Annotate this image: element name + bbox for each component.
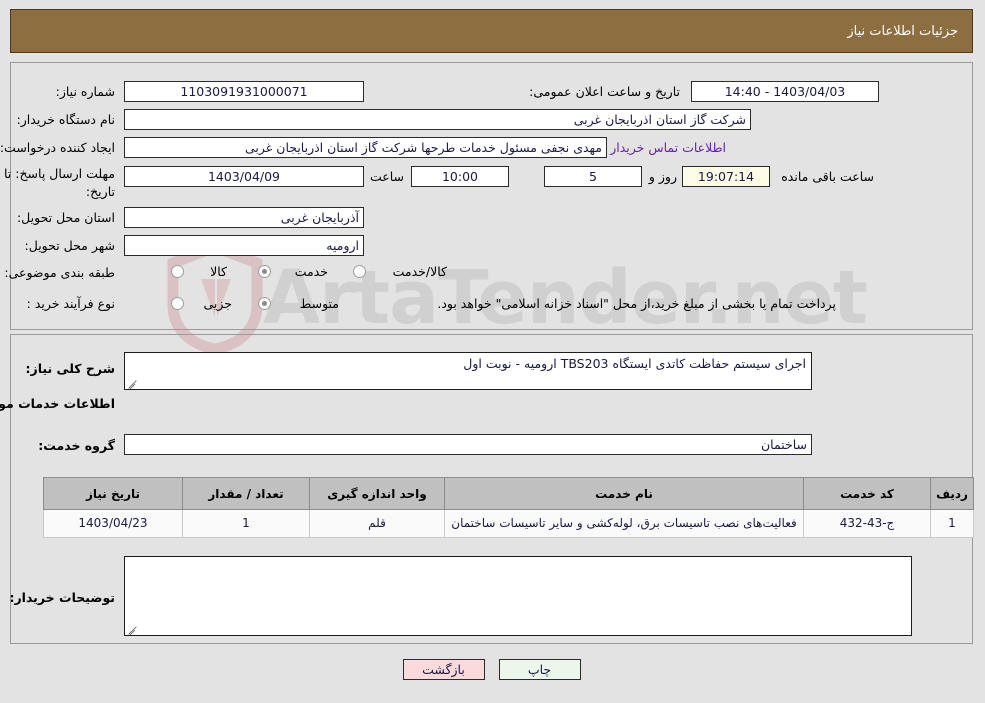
province-value: آذربایجان غربی	[125, 207, 365, 228]
city-value: ارومیه	[125, 235, 365, 256]
category-label: طبقه بندی موضوعی:	[5, 265, 116, 280]
deadline-time-value: 10:00	[412, 166, 510, 187]
col-header-date: تاریخ نیاز	[44, 477, 184, 510]
city-label: شهر محل تحویل:	[25, 238, 116, 253]
deadline-date-value: 1403/04/09	[125, 166, 365, 187]
buyer-org-label: نام دستگاه خریدار:	[17, 112, 116, 127]
process-label: نوع فرآیند خرید :	[27, 296, 116, 311]
buyer-org-value: شرکت گاز استان اذربایجان غربی	[125, 109, 752, 130]
radio-category-khedmat-label: خدمت	[295, 264, 329, 279]
buyer-notes-label: توضیحات خریدار:	[10, 590, 116, 605]
radio-category-kala-khedmat-label: کالا/خدمت	[393, 264, 448, 279]
page-header: جزئیات اطلاعات نیاز	[11, 9, 974, 53]
remaining-hours-label: ساعت باقی مانده	[782, 169, 875, 184]
service-group-value: ساختمان	[125, 434, 813, 455]
buyer-contact-link[interactable]: اطلاعات تماس خریدار	[611, 140, 727, 155]
col-header-unit: واحد اندازه گیری	[310, 477, 446, 510]
page-title: جزئیات اطلاعات نیاز	[848, 23, 959, 39]
cell-radif: 1	[931, 508, 975, 539]
resize-grip-icon[interactable]	[128, 376, 140, 388]
radio-process-jozii[interactable]	[172, 297, 185, 310]
buyer-notes-textarea[interactable]	[125, 556, 913, 636]
public-announce-value: 1403/04/03 - 14:40	[692, 81, 880, 102]
deadline-label-line1: مهلت ارسال پاسخ: تا	[5, 166, 116, 181]
payment-note: پرداخت تمام یا بخشی از مبلغ خرید،از محل …	[438, 296, 837, 311]
need-summary-panel	[11, 62, 974, 330]
province-label: استان محل تحویل:	[17, 210, 116, 225]
radio-process-motevaset-label: متوسط	[300, 296, 340, 311]
cell-name: فعالیت‌های نصب تاسیسات برق، لوله‌کشی و س…	[445, 508, 805, 539]
radio-category-kala-label: کالا	[211, 264, 228, 279]
days-label: روز و	[649, 169, 678, 184]
table-row: 1 ج-43-432 فعالیت‌های نصب تاسیسات برق، ل…	[44, 508, 975, 539]
radio-process-motevaset[interactable]	[259, 297, 272, 310]
col-header-name: نام خدمت	[445, 477, 805, 510]
need-description-label: شرح کلی نیاز:	[26, 361, 116, 376]
requester-value: مهدی نجفی مسئول خدمات طرحها شرکت گاز است…	[125, 137, 608, 158]
resize-grip-icon[interactable]	[128, 622, 140, 634]
col-header-code: کد خدمت	[804, 477, 932, 510]
radio-category-khedmat[interactable]	[259, 265, 272, 278]
cell-qty: 1	[183, 508, 311, 539]
service-group-label: گروه خدمت:	[39, 438, 116, 453]
cell-code: ج-43-432	[804, 508, 932, 539]
back-button[interactable]: بازگشت	[403, 659, 486, 680]
remaining-days-value: 5	[545, 166, 643, 187]
need-description-value: اجرای سیستم حفاظت کاتدی ایستگاه TBS203 ا…	[464, 356, 807, 371]
service-items-table: ردیف کد خدمت نام خدمت واحد اندازه گیری ت…	[44, 477, 975, 539]
button-bar: بازگشت چاپ	[0, 659, 985, 680]
countdown-timer: 19:07:14	[683, 166, 771, 187]
public-announce-label: تاریخ و ساعت اعلان عمومی:	[530, 84, 681, 99]
cell-date: 1403/04/23	[44, 508, 184, 539]
radio-category-kala-khedmat[interactable]	[354, 265, 367, 278]
requester-label: ایجاد کننده درخواست:	[0, 140, 116, 155]
need-number-label: شماره نیاز:	[56, 84, 116, 99]
hour-label: ساعت	[370, 169, 405, 184]
need-description-textarea[interactable]: اجرای سیستم حفاظت کاتدی ایستگاه TBS203 ا…	[125, 352, 813, 390]
need-number-value: 1103091931000071	[125, 81, 365, 102]
services-section-heading: اطلاعات خدمات مورد نیاز	[0, 396, 116, 411]
print-button[interactable]: چاپ	[499, 659, 582, 680]
col-header-qty: تعداد / مقدار	[183, 477, 311, 510]
col-header-radif: ردیف	[931, 477, 975, 510]
radio-process-jozii-label: جزیی	[204, 296, 233, 311]
deadline-label-line2: تاریخ:	[86, 184, 116, 199]
cell-unit: قلم	[310, 508, 446, 539]
table-header-row: ردیف کد خدمت نام خدمت واحد اندازه گیری ت…	[44, 477, 975, 510]
radio-category-kala[interactable]	[172, 265, 185, 278]
